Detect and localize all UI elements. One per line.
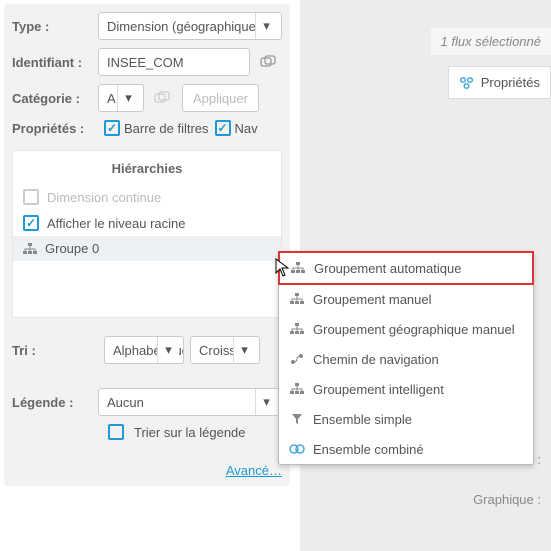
- hierarchy-icon: [290, 260, 306, 276]
- legend-value: Aucun: [107, 395, 144, 410]
- hierarchy-icon: [289, 321, 305, 337]
- show-root-row[interactable]: Afficher le niveau racine: [13, 210, 281, 236]
- menu-label: Groupement géographique manuel: [313, 322, 515, 337]
- group-row[interactable]: Groupe 0: [13, 236, 281, 261]
- cat-extra-icon[interactable]: [148, 84, 176, 112]
- id-value: INSEE_COM: [107, 55, 184, 70]
- chevron-down-icon: ▾: [117, 85, 139, 111]
- type-value: Dimension (géographique): [107, 19, 260, 34]
- menu-nav-path[interactable]: Chemin de navigation: [279, 344, 533, 374]
- menu-label: Ensemble combiné: [313, 442, 424, 457]
- venn-icon: [289, 441, 305, 457]
- menu-smart-grouping[interactable]: Groupement intelligent: [279, 374, 533, 404]
- sort-label: Tri :: [12, 343, 98, 358]
- legend-sort-label: Trier sur la légende: [134, 425, 246, 440]
- menu-combined-set[interactable]: Ensemble combiné: [279, 434, 533, 464]
- left-panel: Type : Dimension (géographique) ▾ Identi…: [4, 4, 290, 486]
- checkbox-off-icon: [23, 189, 39, 205]
- type-select[interactable]: Dimension (géographique) ▾: [98, 12, 282, 40]
- funnel-icon: [289, 411, 305, 427]
- check-icon: [215, 120, 231, 136]
- hierarchies-title: Hiérarchies: [13, 157, 281, 184]
- checkbox-off-icon: [108, 424, 124, 440]
- advanced-link[interactable]: Avancé…: [226, 463, 282, 478]
- nav-checkbox[interactable]: Nav: [215, 120, 258, 136]
- hierarchy-icon: [289, 291, 305, 307]
- cat-label: Catégorie :: [12, 91, 98, 106]
- cat-select[interactable]: A ▾: [98, 84, 144, 112]
- menu-label: Chemin de navigation: [313, 352, 439, 367]
- filterbar-label: Barre de filtres: [124, 121, 209, 136]
- chevron-down-icon: ▾: [255, 13, 277, 39]
- legend-select[interactable]: Aucun ▾: [98, 388, 282, 416]
- chart-label: Graphique :: [463, 488, 551, 511]
- hierarchy-icon: [289, 381, 305, 397]
- menu-label: Groupement manuel: [313, 292, 432, 307]
- flow-status: 1 flux sélectionné: [431, 28, 551, 55]
- menu-manual-grouping[interactable]: Groupement manuel: [279, 284, 533, 314]
- id-input[interactable]: INSEE_COM: [98, 48, 250, 76]
- properties-button[interactable]: Propriétés: [448, 66, 551, 99]
- hierarchies-section: Hiérarchies Dimension continue Afficher …: [12, 150, 282, 318]
- menu-label: Groupement automatique: [314, 261, 461, 276]
- gear-icon: [459, 76, 475, 90]
- menu-label: Ensemble simple: [313, 412, 412, 427]
- cat-value: A: [107, 91, 116, 106]
- checkbox-on-icon: [23, 215, 39, 231]
- legend-label: Légende :: [12, 395, 98, 410]
- legend-sort-checkbox[interactable]: Trier sur la légende: [108, 424, 246, 440]
- id-extra-icon[interactable]: [254, 48, 282, 76]
- show-root-label: Afficher le niveau racine: [47, 216, 186, 231]
- group-label: Groupe 0: [45, 241, 99, 256]
- chevron-down-icon: ▾: [233, 337, 255, 363]
- sort-order-select[interactable]: Alphabétique ▾: [104, 336, 184, 364]
- type-label: Type :: [12, 19, 98, 34]
- menu-simple-set[interactable]: Ensemble simple: [279, 404, 533, 434]
- filterbar-checkbox[interactable]: Barre de filtres: [104, 120, 209, 136]
- menu-label: Groupement intelligent: [313, 382, 444, 397]
- path-icon: [289, 351, 305, 367]
- chevron-down-icon: ▾: [255, 389, 277, 415]
- props-label: Propriétés :: [12, 121, 98, 136]
- apply-button[interactable]: Appliquer: [182, 84, 259, 112]
- check-icon: [104, 120, 120, 136]
- id-label: Identifiant :: [12, 55, 98, 70]
- nav-label: Nav: [235, 121, 258, 136]
- grouping-menu: Groupement automatique Groupement manuel…: [278, 251, 534, 465]
- properties-label: Propriétés: [481, 75, 540, 90]
- menu-auto-grouping[interactable]: Groupement automatique: [278, 251, 534, 285]
- dim-continue-row[interactable]: Dimension continue: [13, 184, 281, 210]
- hierarchy-icon: [23, 243, 37, 255]
- dim-continue-label: Dimension continue: [47, 190, 161, 205]
- chevron-down-icon: ▾: [157, 337, 179, 363]
- sort-dir-select[interactable]: Croissant ▾: [190, 336, 260, 364]
- menu-geo-grouping[interactable]: Groupement géographique manuel: [279, 314, 533, 344]
